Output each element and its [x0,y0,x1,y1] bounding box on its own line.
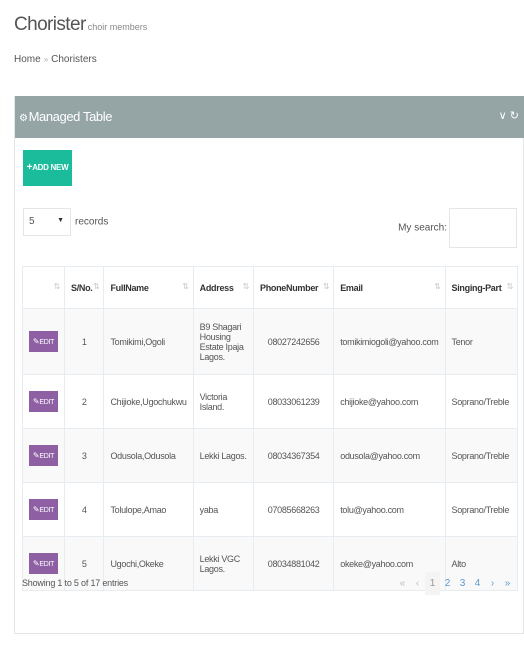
breadcrumb-current: Choristers [51,54,97,65]
sno-cell: 1 [63,308,105,375]
singing-part-cell: Soprano/Treble [444,428,519,483]
records-length-control: 5 ▼ records [23,208,108,236]
table-header-row: ⇅ S/No. ⇅ FullName ⇅ Address ⇅ PhoneNumber ⇅… [22,266,519,309]
phone-cell: 08034881042 [253,536,335,591]
page-title-text: Chorister [14,14,86,35]
first-page-button[interactable]: « [395,572,410,595]
edit-button[interactable]: ✎EDIT [29,445,58,466]
singing-part-cell: Soprano/Treble [444,374,519,429]
breadcrumb-home[interactable]: Home [14,54,41,65]
sort-icon: ⇅ [434,282,441,291]
column-header-singing-part[interactable]: Singing-Part ⇅ [444,266,519,309]
column-header-email[interactable]: Email ⇅ [333,266,446,309]
sno-cell: 4 [63,482,105,537]
last-page-button[interactable]: » [500,572,515,595]
address-cell: Victoria Island. [192,374,255,429]
email-cell: tomikimiogoli@yahoo.com [333,308,446,375]
address-cell: yaba [192,482,255,537]
records-length-value: 5 [29,216,35,227]
edit-button[interactable]: ✎EDIT [29,391,58,412]
search-input[interactable] [449,208,517,248]
sort-icon: ⇅ [322,282,330,291]
actions-cell: ✎EDIT [22,428,65,483]
edit-button[interactable]: ✎EDIT [29,331,58,352]
search-label: My search: [398,222,447,234]
records-label: records [75,216,109,228]
records-length-select[interactable]: 5 ▼ [23,208,71,236]
phone-cell: 08034367354 [253,428,335,483]
actions-cell: ✎EDIT [22,374,65,429]
fullname-cell: Tolulope,Amao [103,482,194,537]
column-header-actions[interactable]: ⇅ [22,266,65,309]
page-button-2[interactable]: 2 [440,572,455,595]
column-header-fullname[interactable]: FullName ⇅ [103,266,194,309]
choristers-table: ⇅ S/No. ⇅ FullName ⇅ Address ⇅ PhoneNumber ⇅… [22,266,519,591]
table-row: ✎EDIT 4 Tolulope,Amao yaba 07085668263 t… [22,482,519,537]
sort-icon: ⇅ [506,282,514,291]
column-header-phone[interactable]: PhoneNumber ⇅ [253,266,335,309]
next-page-button[interactable]: › [485,572,500,595]
portlet-title-bar: ⚙Managed Table ∨ ↻ [15,96,524,138]
edit-button[interactable]: ✎EDIT [29,499,58,520]
page-title: Chorister choir members [14,14,147,35]
address-cell: Lekki Lagos. [192,428,255,483]
email-cell: chijioke@yahoo.com [333,374,446,429]
edit-button[interactable]: ✎EDIT [29,553,58,574]
page-button-1[interactable]: 1 [425,572,440,595]
singing-part-cell: Soprano/Treble [444,482,519,537]
email-cell: odusola@yahoo.com [333,428,446,483]
column-header-address[interactable]: Address ⇅ [192,266,255,309]
phone-cell: 08033061239 [253,374,335,429]
prev-page-button[interactable]: ‹ [410,572,425,595]
sort-icon: ⇅ [182,282,189,291]
collapse-reload-icon[interactable]: ∨ ↻ [499,109,519,122]
caret-down-icon: ▼ [57,217,64,224]
fullname-cell: Chijioke,Ugochukwu [103,374,194,429]
fullname-cell: Tomikimi,Ogoli [103,308,194,375]
portlet-caption: ⚙Managed Table [19,109,112,124]
table-row: ✎EDIT 2 Chijioke,Ugochukwu Victoria Isla… [22,374,519,429]
address-cell: B9 Shagari Housing Estate Ipaja Lagos. [192,308,255,375]
page-header: Chorister choir members [14,14,147,36]
fullname-cell: Odusola,Odusola [103,428,194,483]
page-subtitle: choir members [87,22,148,32]
managed-table-portlet: ⚙Managed Table ∨ ↻ +ADD NEW 5 ▼ records My… [14,96,524,634]
add-new-button[interactable]: +ADD NEW [23,150,72,186]
sort-icon: ⇅ [53,282,61,291]
column-header-sno[interactable]: S/No. ⇅ [63,266,105,309]
table-info: Showing 1 to 5 of 17 entries [22,578,128,588]
search-control: My search: [398,208,517,248]
breadcrumb: Home» Choristers [14,54,97,65]
sno-cell: 3 [63,428,105,483]
address-cell: Lekki VGC Lagos. [192,536,255,591]
sort-icon: ⇅ [93,282,100,291]
sno-cell: 2 [63,374,105,429]
singing-part-cell: Tenor [444,308,519,375]
settings-icon: ⚙ [19,113,28,124]
pagination: « ‹ 1 2 3 4 › » [395,572,515,595]
actions-cell: ✎EDIT [22,482,65,537]
page-button-4[interactable]: 4 [470,572,485,595]
phone-cell: 07085668263 [253,482,335,537]
portlet-title: Managed Table [28,109,113,124]
sort-icon: ⇅ [242,282,250,291]
phone-cell: 08027242656 [253,308,335,375]
actions-cell: ✎EDIT [22,308,65,375]
table-row: ✎EDIT 3 Odusola,Odusola Lekki Lagos. 080… [22,428,519,483]
page-button-3[interactable]: 3 [455,572,470,595]
email-cell: tolu@yahoo.com [333,482,446,537]
table-row: ✎EDIT 1 Tomikimi,Ogoli B9 Shagari Housin… [22,308,519,375]
breadcrumb-separator: » [43,55,49,64]
add-new-label: ADD NEW [32,163,69,172]
